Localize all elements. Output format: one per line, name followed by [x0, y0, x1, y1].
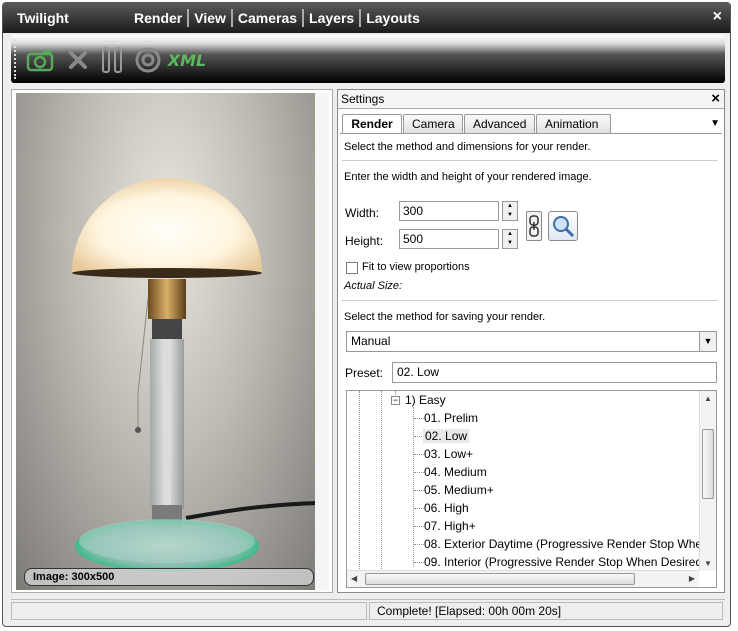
image-panel-scrollbar[interactable] [315, 93, 329, 590]
chevron-down-icon[interactable]: ▼ [699, 332, 716, 351]
settings-title: Settings [341, 92, 385, 106]
status-cell-left [11, 602, 367, 620]
width-label: Width: [345, 206, 380, 220]
height-label: Height: [345, 234, 384, 248]
tree-item-high[interactable]: 06. High [424, 501, 469, 515]
pause-icon[interactable] [97, 45, 127, 75]
tab-divider [340, 133, 722, 134]
menu-render[interactable]: Render [129, 9, 190, 27]
tree-item-low[interactable]: 02. Low [423, 429, 470, 443]
title-bar: Twilight Render View Cameras Layers Layo… [3, 3, 730, 33]
menu-layouts[interactable]: Layouts [361, 9, 425, 27]
app-title: Twilight [17, 10, 69, 26]
target-icon[interactable] [133, 45, 163, 75]
tree-item-high-plus[interactable]: 07. High+ [424, 519, 476, 533]
tree-item-medium[interactable]: 04. Medium [424, 465, 487, 479]
settings-close-button[interactable]: × [711, 90, 720, 107]
actual-size-label: Actual Size: [344, 280, 403, 292]
lamp-render-image [72, 178, 318, 572]
height-input[interactable]: 500 [399, 229, 499, 249]
menu-view[interactable]: View [189, 9, 233, 27]
tree-item-medium-plus[interactable]: 05. Medium+ [424, 483, 494, 497]
settings-panel: Settings × Render Camera Advanced Animat… [337, 89, 725, 593]
tab-animation[interactable]: Animation [536, 114, 611, 133]
tree-horizontal-scrollbar[interactable]: ◀ ▶ [347, 570, 699, 587]
save-hint-text: Select the method for saving your render… [344, 311, 546, 323]
render-preview: Image: 300x500 [16, 93, 318, 590]
size-hint-text: Enter the width and height of your rende… [344, 171, 592, 183]
save-method-select[interactable]: Manual ▼ [346, 331, 717, 352]
camera-render-icon[interactable] [25, 45, 55, 75]
divider [342, 300, 718, 301]
tab-camera[interactable]: Camera [403, 114, 463, 133]
xml-icon[interactable]: XML [167, 45, 207, 75]
tree-guide [381, 391, 382, 571]
save-method-value: Manual [351, 334, 391, 348]
fit-to-view-label: Fit to view proportions [362, 261, 470, 273]
width-stepper[interactable]: ▲ ▼ [502, 201, 518, 221]
tree-group-easy[interactable]: 1) Easy [405, 393, 446, 407]
preset-tree: − 1) Easy 01. Prelim 02. Low 03. Low+ 04… [346, 390, 717, 588]
window-close-button[interactable]: × [713, 8, 722, 26]
app-window: Twilight Render View Cameras Layers Layo… [2, 2, 731, 627]
settings-tabs: Render Camera Advanced Animation [342, 114, 612, 134]
tree-item-interior[interactable]: 09. Interior (Progressive Render Stop Wh… [424, 555, 706, 569]
menu-layers[interactable]: Layers [304, 9, 362, 27]
zoom-preview-icon[interactable] [548, 211, 578, 241]
width-input[interactable]: 300 [399, 201, 499, 221]
fit-to-view-checkbox[interactable] [346, 262, 358, 274]
toolbar: XML [11, 35, 725, 83]
tab-overflow-icon[interactable]: ▼ [710, 118, 720, 129]
menu-bar: Render View Cameras Layers Layouts [129, 9, 425, 27]
image-panel: Image: 300x500 [11, 89, 333, 593]
collapse-icon[interactable]: − [391, 396, 400, 405]
preset-input[interactable]: 02. Low [392, 362, 717, 383]
height-stepper[interactable]: ▲ ▼ [502, 229, 518, 249]
tab-render[interactable]: Render [342, 114, 402, 134]
tree-guide [413, 407, 414, 567]
tree-item-low-plus[interactable]: 03. Low+ [424, 447, 473, 461]
tree-item-prelim[interactable]: 01. Prelim [424, 411, 478, 425]
xml-icon-label: XML [167, 50, 207, 70]
tree-vscroll-thumb[interactable] [702, 429, 714, 499]
tree-hscroll-thumb[interactable] [365, 573, 635, 585]
render-intro-text: Select the method and dimensions for you… [344, 141, 591, 153]
divider [342, 160, 718, 161]
tree-guide [359, 391, 360, 571]
link-aspect-icon[interactable] [526, 211, 542, 241]
render-status-text: Complete! [Elapsed: 00h 00m 20s] [369, 602, 723, 620]
toolbar-grip[interactable] [14, 39, 18, 79]
preset-label: Preset: [345, 366, 384, 380]
image-size-caption: Image: 300x500 [24, 568, 314, 586]
settings-header: Settings × [338, 90, 724, 109]
menu-cameras[interactable]: Cameras [233, 9, 305, 27]
status-bar: Complete! [Elapsed: 00h 00m 20s] [11, 599, 725, 620]
cancel-icon[interactable] [63, 45, 93, 75]
tree-vertical-scrollbar[interactable]: ▲ ▼ [699, 391, 716, 571]
tab-advanced[interactable]: Advanced [464, 114, 535, 133]
tree-item-exterior-daytime[interactable]: 08. Exterior Daytime (Progressive Render… [424, 537, 709, 551]
